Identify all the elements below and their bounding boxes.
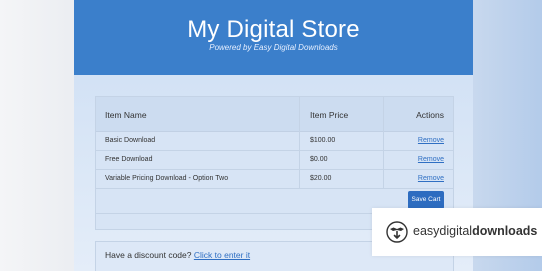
- brand-part-digital: digital: [439, 224, 473, 238]
- table-row: Free Download $0.00 Remove: [96, 150, 453, 170]
- item-price-header: Item Price: [310, 110, 349, 120]
- remove-link[interactable]: Remove: [418, 137, 444, 144]
- store-title: My Digital Store: [187, 16, 360, 43]
- cart-header-row: Item Name Item Price Actions: [96, 97, 453, 132]
- table-row: Basic Download $100.00 Remove: [96, 131, 453, 151]
- item-name-header: Item Name: [105, 110, 147, 120]
- item-name: Variable Pricing Download - Option Two: [105, 175, 229, 182]
- item-price: $0.00: [310, 156, 328, 163]
- discount-prompt: Have a discount code?: [105, 250, 192, 260]
- discount-text: Have a discount code? Click to enter it: [105, 250, 250, 260]
- item-name: Free Download: [105, 156, 153, 163]
- table-row: Variable Pricing Download - Option Two $…: [96, 169, 453, 189]
- brand-part-easy: easy: [413, 224, 440, 238]
- save-cart-button[interactable]: Save Cart: [408, 191, 444, 209]
- store-header: My Digital Store Powered by Easy Digital…: [74, 0, 473, 75]
- edd-brand-name: easydigitaldownloads: [413, 224, 537, 238]
- item-name: Basic Download: [105, 137, 156, 144]
- edd-logo-icon: [386, 221, 408, 243]
- brand-part-downloads: downloads: [472, 224, 538, 238]
- item-price: $100.00: [310, 137, 336, 144]
- discount-link[interactable]: Click to enter it: [194, 250, 250, 260]
- remove-link[interactable]: Remove: [418, 175, 444, 182]
- remove-link[interactable]: Remove: [418, 156, 444, 163]
- actions-header: Actions: [416, 110, 444, 120]
- store-subtitle: Powered by Easy Digital Downloads: [209, 43, 338, 52]
- edd-brand-badge: easydigitaldownloads: [372, 208, 542, 256]
- item-price: $20.00: [310, 175, 332, 182]
